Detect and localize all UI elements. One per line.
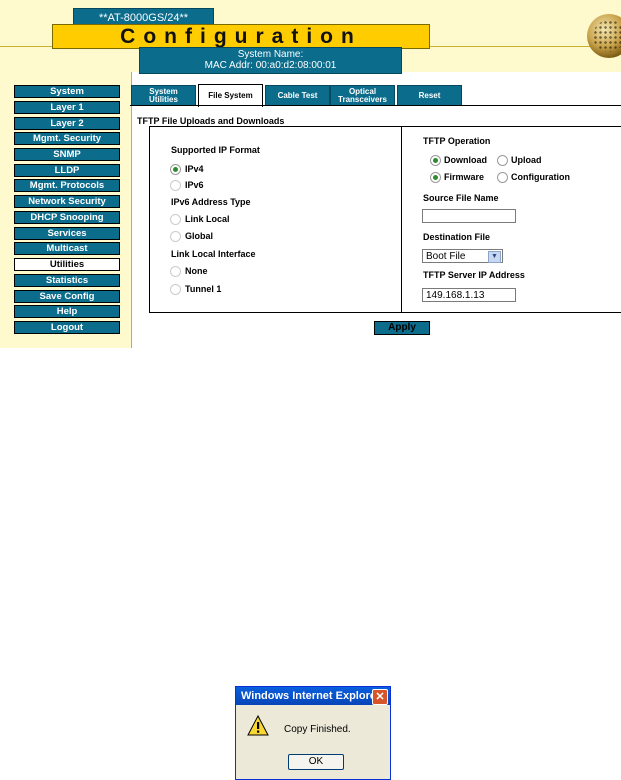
apply-button[interactable]: Apply	[374, 321, 430, 335]
ipv4-label: IPv4	[185, 164, 204, 174]
panel-divider	[401, 126, 402, 312]
source-file-label: Source File Name	[423, 193, 499, 203]
ipv6-radio[interactable]	[170, 180, 181, 191]
tftp-server-label: TFTP Server IP Address	[423, 270, 525, 280]
global-radio[interactable]	[170, 231, 181, 242]
nav-item-save-config[interactable]: Save Config	[14, 290, 120, 303]
download-label: Download	[444, 155, 487, 165]
system-info-box: System Name: MAC Addr: 00:a0:d2:08:00:01	[139, 47, 402, 74]
nav-item-multicast[interactable]: Multicast	[14, 242, 120, 255]
dialog-titlebar: Windows Internet Explorer ✕	[236, 687, 390, 705]
nav-item-help[interactable]: Help	[14, 305, 120, 318]
nav-item-services[interactable]: Services	[14, 227, 120, 240]
dialog-message: Copy Finished.	[284, 724, 351, 735]
nav-item-lldp[interactable]: LLDP	[14, 164, 120, 177]
configuration-radio[interactable]	[497, 172, 508, 183]
tab-optical-transceivers[interactable]: Optical Transceivers	[330, 85, 395, 106]
none-label: None	[185, 266, 208, 276]
chevron-down-icon[interactable]: ▼	[488, 251, 501, 263]
source-file-input[interactable]	[422, 209, 516, 223]
upload-radio[interactable]	[497, 155, 508, 166]
firmware-label: Firmware	[444, 172, 485, 182]
tab-system-utilities[interactable]: System Utilities	[131, 85, 196, 106]
ip-format-label: Supported IP Format	[171, 145, 260, 155]
nav-item-mgmt-protocols[interactable]: Mgmt. Protocols	[14, 179, 120, 192]
nav-item-system[interactable]: System	[14, 85, 120, 98]
tab-file-system[interactable]: File System	[198, 84, 263, 107]
tab-reset[interactable]: Reset	[397, 85, 462, 106]
tab-cable-test[interactable]: Cable Test	[265, 85, 330, 106]
nav-item-logout[interactable]: Logout	[14, 321, 120, 334]
left-nav: System Layer 1 Layer 2 Mgmt. Security SN…	[0, 72, 132, 348]
tab-baseline	[130, 105, 621, 106]
nav-item-snmp[interactable]: SNMP	[14, 148, 120, 161]
ipv6-address-type-label: IPv6 Address Type	[171, 197, 251, 207]
destination-file-label: Destination File	[423, 232, 491, 242]
ok-button[interactable]: OK	[288, 754, 344, 770]
firmware-radio[interactable]	[430, 172, 441, 183]
nav-item-utilities[interactable]: Utilities	[14, 258, 120, 271]
system-name-label: System Name:	[237, 49, 304, 60]
page-title: Configuration	[52, 24, 430, 49]
nav-item-mgmt-security[interactable]: Mgmt. Security	[14, 132, 120, 145]
tftp-server-input[interactable]: 149.168.1.13	[422, 288, 516, 302]
mac-address: MAC Addr: 00:a0:d2:08:00:01	[204, 60, 337, 71]
nav-item-layer-1[interactable]: Layer 1	[14, 101, 120, 114]
tunnel-radio[interactable]	[170, 284, 181, 295]
none-radio[interactable]	[170, 266, 181, 277]
tftp-operation-label: TFTP Operation	[423, 136, 491, 146]
destination-file-select[interactable]: Boot File ▼	[422, 249, 503, 263]
tunnel-label: Tunnel 1	[185, 284, 222, 294]
dialog-title: Windows Internet Explorer	[241, 690, 381, 702]
configuration-label: Configuration	[511, 172, 570, 182]
close-icon[interactable]: ✕	[372, 689, 388, 705]
ipv4-radio[interactable]	[170, 164, 181, 175]
link-local-interface-label: Link Local Interface	[171, 249, 256, 259]
nav-item-statistics[interactable]: Statistics	[14, 274, 120, 287]
nav-item-network-security[interactable]: Network Security	[14, 195, 120, 208]
global-label: Global	[185, 231, 214, 241]
destination-file-value: Boot File	[426, 251, 466, 262]
nav-item-dhcp-snooping[interactable]: DHCP Snooping	[14, 211, 120, 224]
link-local-label: Link Local	[185, 214, 230, 224]
nav-item-layer-2[interactable]: Layer 2	[14, 117, 120, 130]
section-title: TFTP File Uploads and Downloads	[137, 116, 285, 126]
ie-dialog: Windows Internet Explorer ✕ Copy Finishe…	[235, 686, 391, 780]
warning-icon	[247, 715, 269, 736]
download-radio[interactable]	[430, 155, 441, 166]
upload-label: Upload	[511, 155, 542, 165]
ipv6-label: IPv6	[185, 180, 204, 190]
link-local-radio[interactable]	[170, 214, 181, 225]
